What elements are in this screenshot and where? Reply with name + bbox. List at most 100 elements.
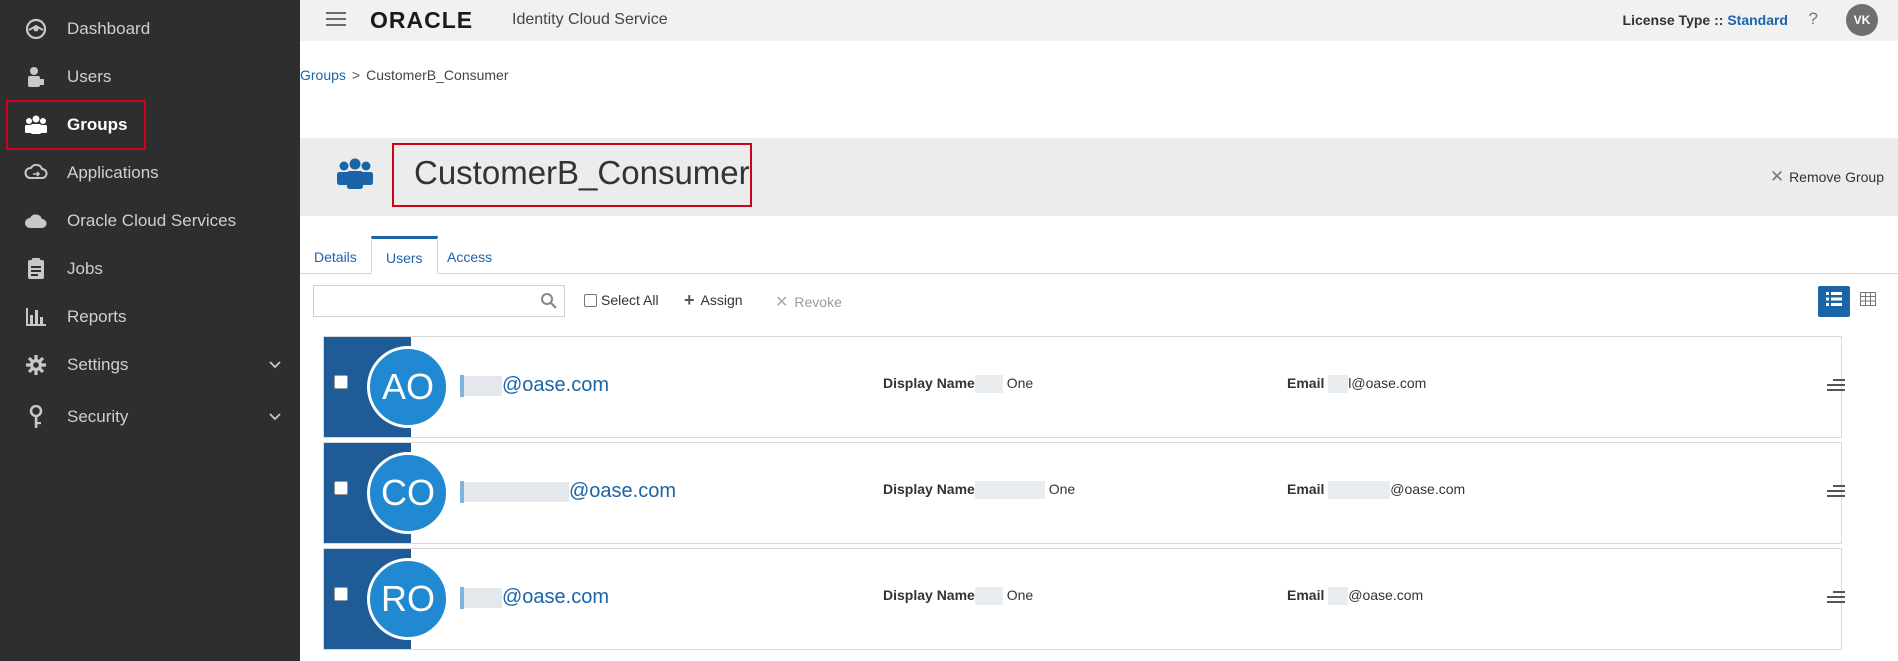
sidebar-item-label: Users [67,67,112,86]
applications-icon [24,161,48,185]
search-input[interactable] [314,286,534,314]
display-name-label: Display Name [883,481,975,497]
tab-access[interactable]: Access [433,236,506,274]
chevron-down-icon[interactable] [268,358,282,372]
sidebar-item-security[interactable]: Security [0,393,300,441]
username-link[interactable]: @oase.com [460,480,676,503]
avatar[interactable]: VK [1846,4,1878,36]
display-name-value: One [1048,481,1076,497]
sidebar-item-label: Groups [67,115,128,134]
sidebar-item-label: Settings [67,355,129,374]
chevron-down-icon[interactable] [268,410,282,424]
display-name-field: Display Name One [883,481,1076,500]
breadcrumb: Groups > CustomerB_Consumer [300,67,509,83]
breadcrumb-link-groups[interactable]: Groups [300,67,346,83]
reports-icon [24,305,48,329]
jobs-icon [24,257,48,281]
table-view-icon [1860,291,1876,311]
sidebar-item-settings[interactable]: Settings [0,341,300,389]
sidebar-item-jobs[interactable]: Jobs [0,245,300,293]
username-text: @oase.com [502,374,610,396]
list-view-button[interactable] [1818,286,1850,317]
display-name-value: One [1006,587,1034,603]
user-avatar: AO [367,346,449,428]
email-field: Email @oase.com [1287,587,1424,606]
page-title: CustomerB_Consumer [414,154,750,191]
top-header: ORACLE Identity Cloud Service License Ty… [300,0,1898,41]
sidebar: Dashboard Users Groups Applications Orac… [0,0,300,661]
display-name-label: Display Name [883,375,975,391]
breadcrumb-current: CustomerB_Consumer [366,67,509,83]
email-field: Email @oase.com [1287,481,1466,500]
sidebar-item-label: Oracle Cloud Services [67,211,237,230]
group-title-highlight-box: CustomerB_Consumer [392,143,752,207]
row-actions-menu-icon[interactable] [1827,379,1845,395]
groups-icon [24,113,48,137]
assign-button[interactable]: + Assign [684,290,743,310]
help-icon[interactable]: ? [1809,9,1818,29]
sidebar-item-groups[interactable]: Groups [0,101,300,149]
sidebar-item-label: Reports [67,307,127,326]
username-link[interactable]: @oase.com [460,586,609,609]
sidebar-item-users[interactable]: Users [0,53,300,101]
sidebar-item-applications[interactable]: Applications [0,149,300,197]
gear-icon [24,353,48,377]
list-view-icon [1826,292,1842,311]
select-all-checkbox[interactable]: Select All [584,292,659,308]
checkbox[interactable] [584,293,597,307]
user-card: AO @oase.com Display Name One Email l@oa… [323,336,1845,438]
revoke-button[interactable]: ✕ Revoke [775,292,842,312]
tab-details[interactable]: Details [300,236,371,274]
row-checkbox[interactable] [334,481,348,495]
key-icon [24,405,48,429]
search-icon[interactable] [540,292,558,310]
username-text: @oase.com [569,480,677,502]
user-icon [24,65,48,89]
email-value: @oase.com [1348,587,1424,603]
select-all-label: Select All [601,292,659,308]
user-avatar: CO [367,452,449,534]
license-value-link[interactable]: Standard [1727,12,1788,28]
revoke-label: Revoke [794,294,842,310]
user-card: RO @oase.com Display Name One Email @oas… [323,548,1845,650]
close-icon: ✕ [1769,167,1785,186]
email-value: @oase.com [1390,481,1466,497]
row-actions-menu-icon[interactable] [1827,591,1845,607]
display-name-label: Display Name [883,587,975,603]
assign-label: Assign [700,292,743,308]
hamburger-menu-icon[interactable] [326,12,346,26]
username-text: @oase.com [502,586,610,608]
user-avatar: RO [367,558,449,640]
sidebar-item-label: Jobs [67,259,103,278]
dashboard-icon [24,17,48,41]
row-checkbox[interactable] [334,587,348,601]
email-value: l@oase.com [1348,375,1427,391]
display-name-field: Display Name One [883,587,1034,606]
email-field: Email l@oase.com [1287,375,1427,394]
search-field [313,285,565,317]
close-icon: ✕ [775,294,789,311]
license-label: License Type :: [1622,12,1724,28]
remove-group-label: Remove Group [1789,169,1884,185]
tab-users[interactable]: Users [371,236,438,274]
email-label: Email [1287,375,1325,391]
row-checkbox[interactable] [334,375,348,389]
product-name: Identity Cloud Service [512,11,668,28]
sidebar-item-reports[interactable]: Reports [0,293,300,341]
sidebar-item-label: Dashboard [67,19,151,38]
display-name-value: One [1006,375,1034,391]
username-link[interactable]: @oase.com [460,374,609,397]
row-actions-menu-icon[interactable] [1827,485,1845,501]
email-label: Email [1287,587,1325,603]
remove-group-button[interactable]: ✕ Remove Group [1770,167,1884,187]
sidebar-item-label: Applications [67,163,159,182]
sidebar-item-oracle-cloud-services[interactable]: Oracle Cloud Services [0,197,300,245]
license-type: License Type :: Standard [1623,12,1788,28]
breadcrumb-separator: > [351,67,361,83]
table-view-button[interactable] [1857,290,1879,312]
sidebar-item-dashboard[interactable]: Dashboard [0,5,300,53]
oracle-logo: ORACLE [370,7,474,33]
groups-icon [336,157,374,193]
user-card: CO @oase.com Display Name One Email @oas… [323,442,1845,544]
plus-icon: + [684,290,695,310]
